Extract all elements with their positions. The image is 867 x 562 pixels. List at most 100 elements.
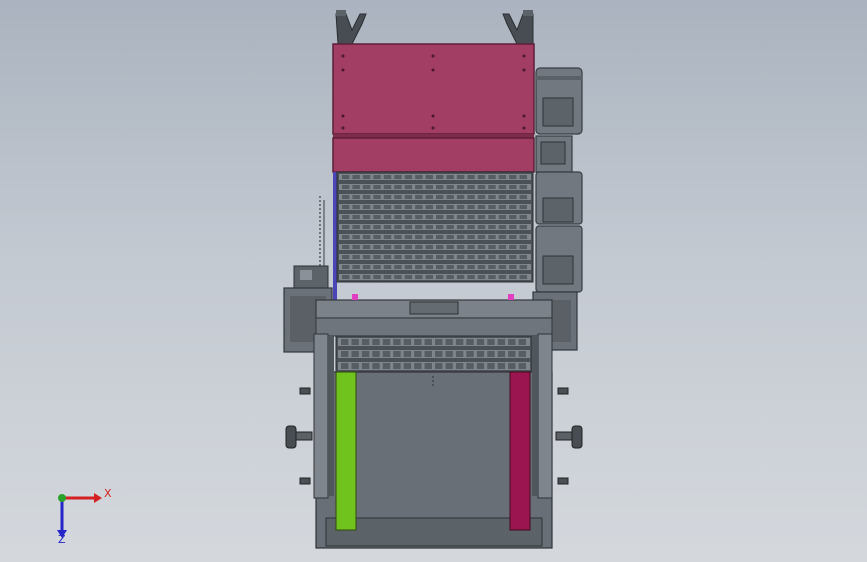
- grille-cell: [425, 275, 433, 279]
- grille-cell: [519, 215, 527, 219]
- grille-cell: [467, 275, 475, 279]
- grille-cell: [351, 339, 359, 345]
- grille-cell: [456, 185, 465, 189]
- grille-cell: [404, 215, 413, 219]
- grille-cell: [342, 205, 350, 209]
- grille-cell: [383, 245, 392, 249]
- grille-cell: [436, 205, 444, 209]
- grille-cell: [436, 195, 444, 199]
- grille-cell: [394, 175, 402, 179]
- grille-cell: [446, 205, 454, 209]
- grille-cell: [425, 215, 433, 219]
- grille-cell: [342, 245, 350, 249]
- grille-cell: [383, 275, 392, 279]
- right-column: [532, 333, 553, 499]
- grille-cell: [394, 225, 402, 229]
- grille-cell: [373, 265, 381, 269]
- grille-cell: [382, 351, 391, 357]
- grille-cell: [425, 265, 433, 269]
- grille-cell: [498, 185, 507, 189]
- grille-cell: [383, 195, 392, 199]
- grille-cell: [415, 275, 423, 279]
- grille-cell: [519, 205, 527, 209]
- grille-cell: [436, 265, 444, 269]
- grille-cell: [404, 245, 413, 249]
- grille-cell: [498, 255, 507, 259]
- grille-cell: [404, 175, 413, 179]
- grille-cell: [467, 215, 475, 219]
- grille-cell: [424, 363, 432, 369]
- grille-cell: [404, 185, 413, 189]
- grille-cell: [373, 205, 381, 209]
- grille-cell: [342, 185, 350, 189]
- grille-cell: [415, 235, 423, 239]
- grille-cell: [373, 175, 381, 179]
- grille-cell: [341, 339, 349, 345]
- grille-cell: [352, 185, 360, 189]
- grille-cell: [342, 235, 350, 239]
- grille-cell: [383, 175, 392, 179]
- grille-cell: [362, 185, 371, 189]
- grille-cell: [373, 215, 381, 219]
- grille-cell: [361, 351, 370, 357]
- grille-cell: [498, 235, 507, 239]
- grille-cell: [352, 225, 360, 229]
- grille-cell: [342, 275, 350, 279]
- left-column: [313, 333, 334, 499]
- grille-cell: [519, 235, 527, 239]
- grille-cell: [373, 275, 381, 279]
- grille-cell: [394, 265, 402, 269]
- grille-cell: [415, 205, 423, 209]
- grille-cell: [352, 265, 360, 269]
- top-right-bracket: [502, 10, 534, 45]
- cad-viewport[interactable]: X Z: [0, 0, 867, 562]
- grille-cell: [361, 339, 370, 345]
- grille-cell: [383, 215, 392, 219]
- grille-cell: [341, 363, 349, 369]
- grille-cell: [488, 185, 496, 189]
- left-knob: [285, 425, 313, 449]
- grille-cell: [509, 265, 517, 269]
- grille-cell: [467, 175, 475, 179]
- grille-cell: [425, 255, 433, 259]
- grille-cell: [477, 205, 486, 209]
- grille-cell: [509, 185, 517, 189]
- grille-cell: [488, 235, 496, 239]
- grille-cell: [498, 225, 507, 229]
- grille-cell: [518, 351, 526, 357]
- grille-cell: [425, 175, 433, 179]
- grille-cell: [467, 255, 475, 259]
- grille-cell: [476, 351, 485, 357]
- grille-cell: [415, 225, 423, 229]
- grille-cell: [508, 363, 516, 369]
- grille-cell: [415, 175, 423, 179]
- grille-cell: [352, 245, 360, 249]
- grille-cell: [425, 195, 433, 199]
- grille-cell: [477, 275, 486, 279]
- grille-cell: [362, 175, 371, 179]
- grille-cell: [519, 255, 527, 259]
- grille-cell: [509, 255, 517, 259]
- grille-cell: [477, 175, 486, 179]
- grille-cell: [436, 235, 444, 239]
- grille-cell: [394, 255, 402, 259]
- grille-cell: [394, 185, 402, 189]
- grille-cell: [456, 275, 465, 279]
- left-sensor-pole: [293, 196, 329, 291]
- grille-cell: [414, 363, 422, 369]
- grille-cell: [415, 215, 423, 219]
- grille-cell: [509, 245, 517, 249]
- grille-cell: [519, 185, 527, 189]
- grille-cell: [466, 351, 474, 357]
- grille-cell: [488, 195, 496, 199]
- grille-cell: [393, 363, 401, 369]
- grille-cell: [488, 265, 496, 269]
- top-left-bracket: [335, 10, 367, 45]
- grille-cell: [383, 185, 392, 189]
- grille-cell: [425, 205, 433, 209]
- grille-cell: [488, 275, 496, 279]
- grille-cell: [477, 215, 486, 219]
- magenta-housing: [332, 43, 535, 173]
- grille-cell: [519, 245, 527, 249]
- grille-cell: [446, 265, 454, 269]
